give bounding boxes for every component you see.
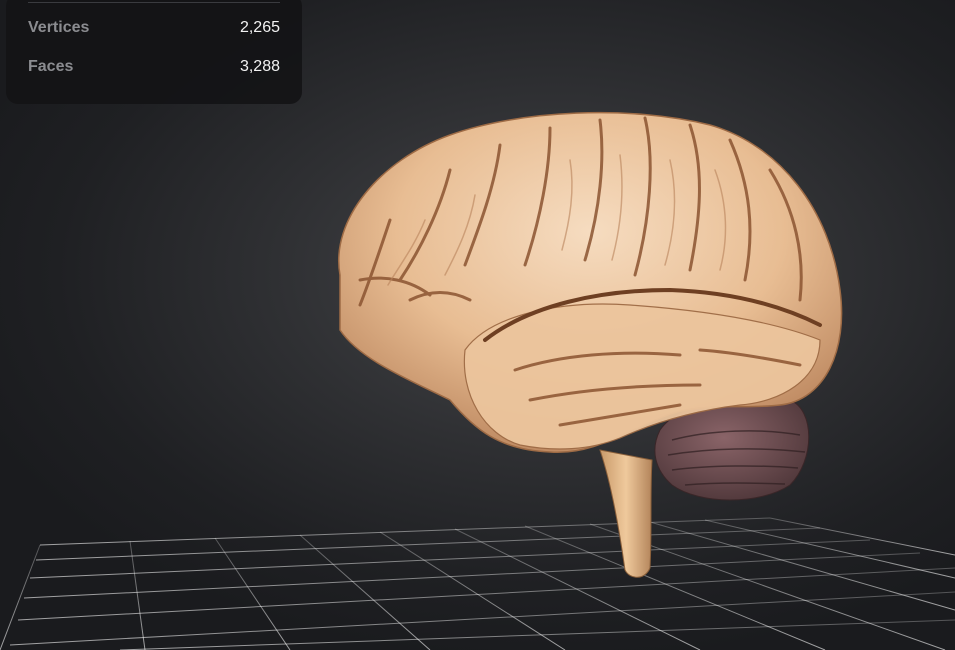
3d-viewport[interactable]: Vertices 2,265 Faces 3,288 (0, 0, 955, 650)
faces-label: Faces (28, 58, 74, 75)
vertices-label: Vertices (28, 19, 90, 36)
stat-row-vertices: Vertices 2,265 (28, 16, 280, 40)
stat-row-faces: Faces 3,288 (28, 55, 280, 79)
faces-value: 3,288 (239, 58, 280, 75)
vertices-value: 2,265 (239, 19, 280, 36)
model-stats-panel: Vertices 2,265 Faces 3,288 (6, 0, 302, 104)
brain-model[interactable] (300, 100, 860, 590)
divider (28, 2, 280, 3)
